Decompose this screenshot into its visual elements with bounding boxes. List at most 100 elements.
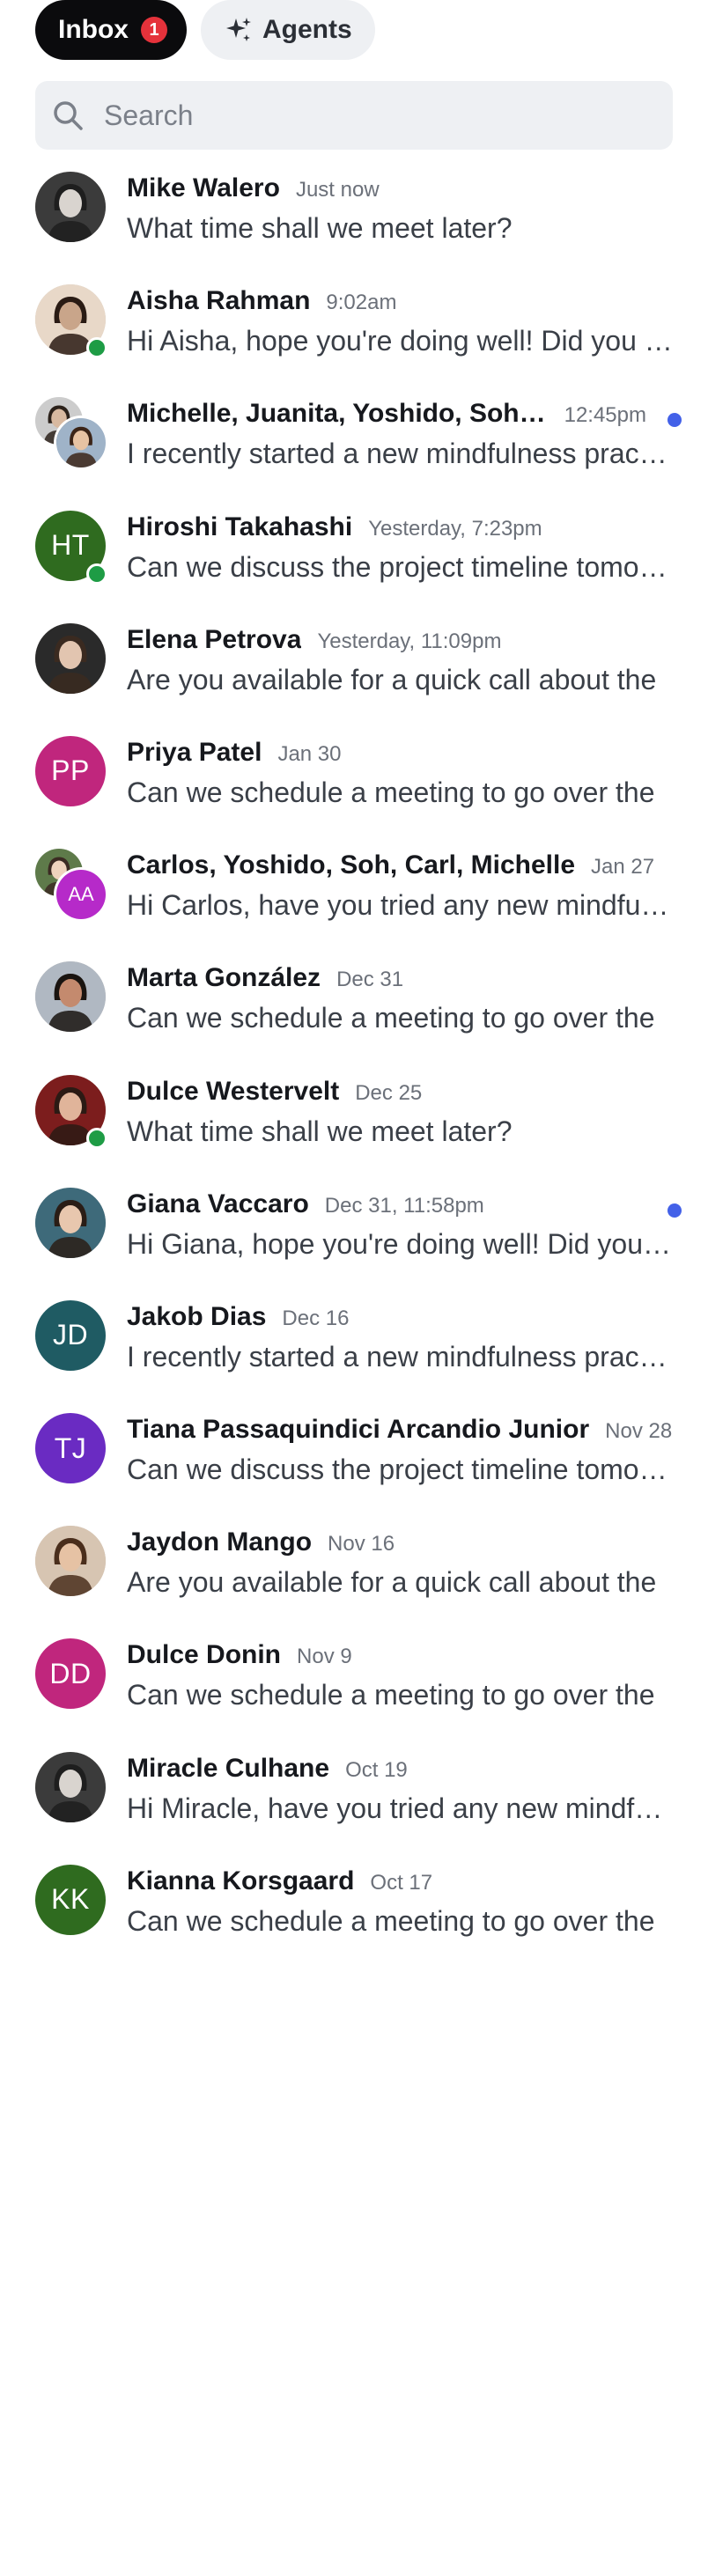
avatar-initials: KK	[35, 1864, 106, 1935]
group-avatar: AA	[35, 849, 106, 920]
message-preview: I recently started a new mindfulness pra…	[127, 438, 673, 470]
contact-name: Dulce Westervelt	[127, 1076, 340, 1106]
conversation-header: Mike Walero Just now	[127, 173, 673, 209]
message-preview: Can we discuss the project timeline tomo…	[127, 550, 673, 583]
avatar-initials: TJ	[35, 1413, 106, 1484]
conversation-header: Marta González Dec 31	[127, 963, 673, 998]
message-preview: Can we schedule a meeting to go over the	[127, 1002, 655, 1034]
message-timestamp: 12:45pm	[564, 403, 646, 428]
message-preview: Can we schedule a meeting to go over the	[127, 1904, 655, 1937]
message-timestamp: 9:02am	[326, 291, 397, 315]
contact-name: Giana Vaccaro	[127, 1189, 309, 1218]
avatar-initials: JD	[35, 1299, 106, 1371]
online-status-dot	[86, 1127, 107, 1149]
conversation-header: Miracle Culhane Oct 19	[127, 1754, 673, 1789]
message-preview: Hi Giana, hope you're doing well! Did yo…	[127, 1227, 673, 1260]
tab-inbox[interactable]: Inbox 1	[35, 0, 187, 60]
conversation-header: Aisha Rahman 9:02am	[127, 286, 673, 321]
contact-name: Hiroshi Takahashi	[127, 512, 353, 541]
tab-inbox-label: Inbox	[58, 15, 129, 44]
tab-bar: Inbox 1 Agents	[35, 0, 375, 60]
conversation-row-marta-gonzalez[interactable]: Marta González Dec 31 Can we schedule a …	[0, 953, 708, 1065]
search-input[interactable]	[102, 98, 634, 133]
message-timestamp: Yesterday, 7:23pm	[368, 516, 542, 541]
conversation-header: Jaydon Mango Nov 16	[127, 1527, 673, 1563]
avatar	[35, 961, 106, 1033]
conversation-row-miracle-culhane[interactable]: Miracle Culhane Oct 19 Hi Miracle, have …	[0, 1743, 708, 1856]
unread-dot	[667, 1203, 682, 1218]
online-status-dot	[86, 337, 107, 359]
message-preview: Hi Miracle, have you tried any new mindf…	[127, 1792, 673, 1824]
message-timestamp: Oct 19	[345, 1757, 408, 1782]
conversation-header: Dulce Westervelt Dec 25	[127, 1077, 673, 1112]
avatar	[56, 418, 106, 468]
message-timestamp: Dec 31, 11:58pm	[324, 1193, 484, 1218]
unread-dot	[667, 413, 682, 428]
conversation-row-giana-vaccaro[interactable]: Giana Vaccaro Dec 31, 11:58pm Hi Giana, …	[0, 1179, 708, 1292]
avatar-initials: PP	[35, 735, 106, 806]
avatar-initials: DD	[35, 1638, 106, 1710]
message-preview: Can we schedule a meeting to go over the	[127, 1679, 655, 1711]
inbox-screen: Inbox 1 Agents Search Mike Walero Just n…	[0, 0, 708, 2576]
conversation-header: Tiana Passaquindici Arcandio Junior Nov …	[127, 1415, 673, 1450]
conversation-header: Kianna Korsgaard Oct 17	[127, 1866, 673, 1902]
conversation-row-priya-patel[interactable]: PP Priya Patel Jan 30 Can we schedule a …	[0, 727, 708, 840]
conversation-row-dulce-westervelt[interactable]: Dulce Westervelt Dec 25 What time shall …	[0, 1066, 708, 1179]
sparkle-icon	[224, 15, 254, 45]
conversation-row-carlos-yoshido-soh-carl-michelle[interactable]: AA Carlos, Yoshido, Soh, Carl, Michelle …	[0, 840, 708, 953]
contact-name: Dulce Donin	[127, 1640, 282, 1670]
conversation-row-aisha-rahman[interactable]: Aisha Rahman 9:02am Hi Aisha, hope you'r…	[0, 276, 708, 388]
contact-name: Carlos, Yoshido, Soh, Carl, Michelle	[127, 850, 576, 880]
message-timestamp: Oct 17	[370, 1870, 433, 1895]
conversation-list: Mike Walero Just now What time shall we …	[0, 163, 708, 1969]
conversation-header: Giana Vaccaro Dec 31, 11:58pm	[127, 1189, 646, 1225]
conversation-header: Priya Patel Jan 30	[127, 738, 673, 773]
conversation-row-jakob-dias[interactable]: JD Jakob Dias Dec 16 I recently started …	[0, 1292, 708, 1404]
tab-agents[interactable]: Agents	[201, 0, 375, 60]
group-avatar	[35, 397, 106, 468]
conversation-header: Elena Petrova Yesterday, 11:09pm	[127, 625, 673, 660]
search-icon	[51, 99, 85, 132]
message-timestamp: Jan 30	[277, 741, 342, 766]
avatar	[35, 1187, 106, 1258]
conversation-row-elena-petrova[interactable]: Elena Petrova Yesterday, 11:09pm Are you…	[0, 615, 708, 727]
conversation-row-hiroshi-takahashi[interactable]: HT Hiroshi Takahashi Yesterday, 7:23pm C…	[0, 502, 708, 615]
message-timestamp: Dec 25	[355, 1080, 423, 1105]
message-timestamp: Just now	[295, 178, 380, 202]
contact-name: Michelle, Juanita, Yoshido, Soh, Carl	[127, 399, 549, 429]
conversation-row-dulce-donin[interactable]: DD Dulce Donin Nov 9 Can we schedule a m…	[0, 1630, 708, 1742]
message-preview: Are you available for a quick call about…	[127, 1566, 657, 1599]
online-status-dot	[86, 563, 107, 585]
message-preview: What time shall we meet later?	[127, 1115, 513, 1147]
conversation-row-kianna-korsgaard[interactable]: KK Kianna Korsgaard Oct 17 Can we schedu…	[0, 1856, 708, 1969]
message-preview: Can we discuss the project timeline tomo…	[127, 1454, 673, 1486]
message-preview: Hi Aisha, hope you're doing well! Did yo…	[127, 325, 673, 357]
contact-name: Jaydon Mango	[127, 1527, 313, 1557]
conversation-row-mike-walero[interactable]: Mike Walero Just now What time shall we …	[0, 163, 708, 276]
avatar	[35, 1751, 106, 1822]
contact-name: Elena Petrova	[127, 624, 302, 654]
conversation-header: Dulce Donin Nov 9	[127, 1640, 673, 1675]
message-timestamp: Jan 27	[591, 855, 655, 880]
message-timestamp: Yesterday, 11:09pm	[317, 629, 502, 653]
contact-name: Jakob Dias	[127, 1301, 267, 1331]
conversation-header: Hiroshi Takahashi Yesterday, 7:23pm	[127, 512, 673, 548]
conversation-row-jaydon-mango[interactable]: Jaydon Mango Nov 16 Are you available fo…	[0, 1517, 708, 1630]
search-bar[interactable]	[35, 81, 673, 150]
message-timestamp: Dec 31	[336, 968, 404, 992]
avatar	[35, 622, 106, 694]
contact-name: Marta González	[127, 963, 321, 993]
message-preview: I recently started a new mindfulness pra…	[127, 1340, 673, 1373]
contact-name: Miracle Culhane	[127, 1753, 330, 1783]
conversation-header: Jakob Dias Dec 16	[127, 1302, 673, 1337]
message-preview: What time shall we meet later?	[127, 212, 513, 244]
contact-name: Tiana Passaquindici Arcandio Junior	[127, 1415, 590, 1445]
message-timestamp: Nov 9	[297, 1645, 352, 1669]
contact-name: Priya Patel	[127, 737, 262, 767]
message-preview: Can we schedule a meeting to go over the	[127, 776, 655, 808]
unread-count-badge: 1	[141, 17, 167, 43]
contact-name: Aisha Rahman	[127, 286, 311, 316]
conversation-row-tiana-passaquindici-arcandio-junior[interactable]: TJ Tiana Passaquindici Arcandio Junior N…	[0, 1404, 708, 1517]
conversation-row-michelle-juanita-yoshido-soh-carl[interactable]: Michelle, Juanita, Yoshido, Soh, Carl 12…	[0, 388, 708, 501]
avatar-initials: AA	[56, 870, 106, 920]
